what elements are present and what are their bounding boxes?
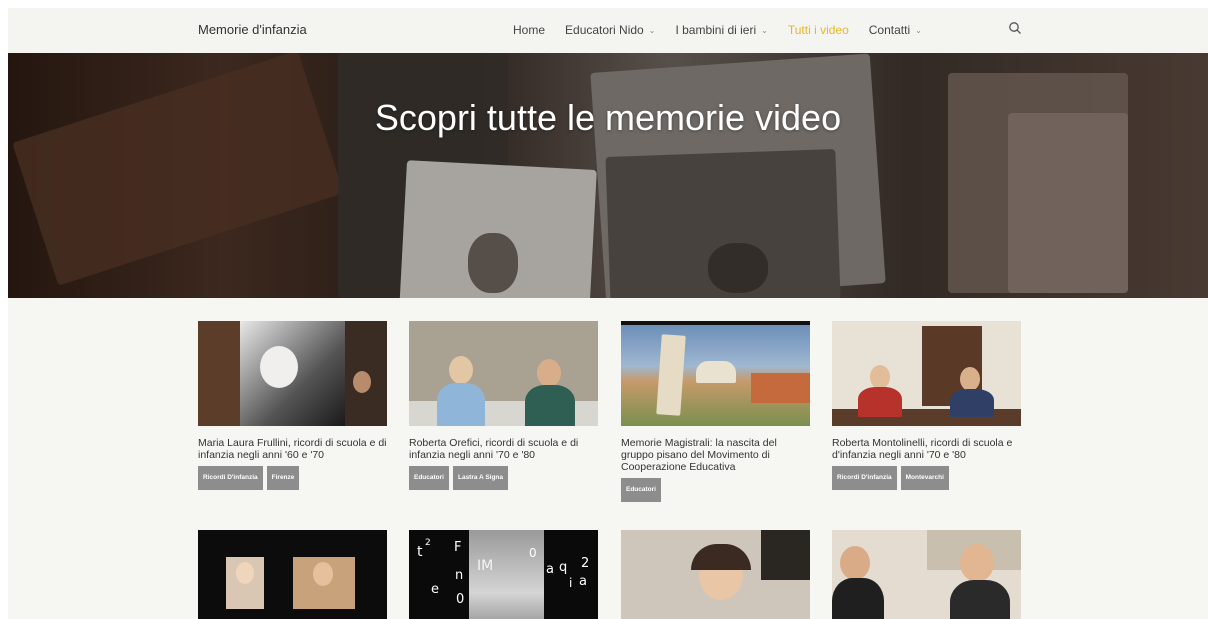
video-card [832,530,1021,619]
nav-item-bambini-di-ieri[interactable]: I bambini di ieri ⌄ [675,23,767,37]
thumb-glyph: q [559,560,568,575]
thumb-glyph: i [569,576,573,590]
thumb-photo [469,530,544,619]
thumb-glyph: 2 [425,538,431,548]
thumb-tower [656,334,686,416]
thumb-person [858,387,902,417]
nav-item-label: Educatori Nido [565,23,644,37]
thumb-person [950,580,1010,619]
chevron-down-icon: ⌄ [761,25,768,35]
nav-item-label: I bambini di ieri [675,23,757,37]
thumb-face [870,365,890,389]
nav-item-home[interactable]: Home [513,23,545,37]
thumb-person [950,389,994,417]
tag-list: Ricordi D'infanzia Montevarchi [832,466,1021,490]
thumb-cathedral [696,361,736,383]
tag[interactable]: Ricordi D'infanzia [832,466,897,490]
chevron-down-icon: ⌄ [915,25,922,35]
video-thumbnail[interactable] [409,321,598,426]
video-thumbnail[interactable]: t 2 F n e 0 IM 0 a q 2 i a [409,530,598,619]
thumb-person [832,578,884,619]
thumb-person [437,383,485,426]
video-thumbnail[interactable] [832,321,1021,426]
video-card: Maria Laura Frullini, ricordi di scuola … [198,321,387,490]
thumb-glyph: 0 [529,546,537,560]
nav-item-label: Contatti [868,23,911,37]
video-thumbnail[interactable] [621,321,810,426]
video-card: Roberta Montolinelli, ricordi di scuola … [832,321,1021,490]
video-thumbnail[interactable] [198,321,387,426]
thumb-face [260,346,298,388]
page: Memorie d'infanzia Home Educatori Nido ⌄… [8,8,1208,619]
thumb-shelf [198,321,240,426]
thumb-face [537,359,561,387]
hero-banner: Scopri tutte le memorie video [8,53,1208,298]
thumb-face [840,546,870,580]
thumb-face [960,544,994,582]
nav-item-label: Home [513,23,546,37]
thumb-face [313,562,333,586]
tag[interactable]: Firenze [266,466,300,490]
chevron-down-icon: ⌄ [648,25,656,35]
navbar: Memorie d'infanzia Home Educatori Nido ⌄… [8,8,1208,53]
tag-list: Educatori [621,478,810,502]
thumb-person [525,385,575,426]
tag[interactable]: Ricordi D'infanzia [198,466,263,490]
video-thumbnail[interactable] [832,530,1021,619]
thumb-face [236,562,254,584]
thumb-face [449,356,473,384]
thumb-glyph: e [431,582,439,597]
video-card: Roberta Orefici, ricordi di scuola e di … [409,321,598,490]
video-card: Memorie Magistrali: la nascita del grupp… [621,321,810,502]
thumb-glyph: 0 [456,592,465,607]
thumb-roofs [751,373,810,403]
thumb-glyph: a [579,574,587,589]
nav-item-educatori-nido[interactable]: Educatori Nido ⌄ [565,23,655,37]
nav-item-label: Tutti i video [787,23,849,37]
thumb-shelf [761,530,810,580]
search-icon [1009,22,1021,34]
hero-overlay [8,53,1208,298]
tag[interactable]: Educatori [409,466,449,490]
thumb-glyph: a [546,562,554,577]
hero-title: Scopri tutte le memorie video [374,97,842,138]
tag[interactable]: Educatori [621,478,661,502]
thumb-glyph: 2 [581,556,590,571]
tag-list: Educatori Lastra A Signa [409,466,598,490]
video-thumbnail[interactable] [198,530,387,619]
video-title[interactable]: Roberta Orefici, ricordi di scuola e di … [409,437,598,461]
video-title[interactable]: Memorie Magistrali: la nascita del grupp… [621,437,810,473]
video-title[interactable]: Maria Laura Frullini, ricordi di scuola … [198,437,387,461]
thumb-hair [691,544,751,570]
video-card: t 2 F n e 0 IM 0 a q 2 i a [409,530,598,619]
site-title[interactable]: Memorie d'infanzia [198,22,307,37]
tag[interactable]: Montevarchi [900,466,949,490]
thumb-face [960,367,980,391]
video-card [621,530,810,619]
nav-item-tutti-i-video[interactable]: Tutti i video [788,23,849,37]
video-thumbnail[interactable] [621,530,810,619]
tag[interactable]: Lastra A Signa [452,466,509,490]
nav-item-contatti[interactable]: Contatti ⌄ [869,23,922,37]
thumb-glyph: n [455,568,464,583]
thumb-face [353,371,371,393]
thumb-glyph: F [454,540,462,555]
thumb-glyph: IM [477,558,494,574]
video-card [198,530,387,619]
thumb-glyph: t [417,544,423,560]
search-button[interactable] [1008,21,1022,35]
tag-list: Ricordi D'infanzia Firenze [198,466,387,490]
main-nav: Home Educatori Nido ⌄ I bambini di ieri … [513,23,942,37]
video-title[interactable]: Roberta Montolinelli, ricordi di scuola … [832,437,1021,461]
